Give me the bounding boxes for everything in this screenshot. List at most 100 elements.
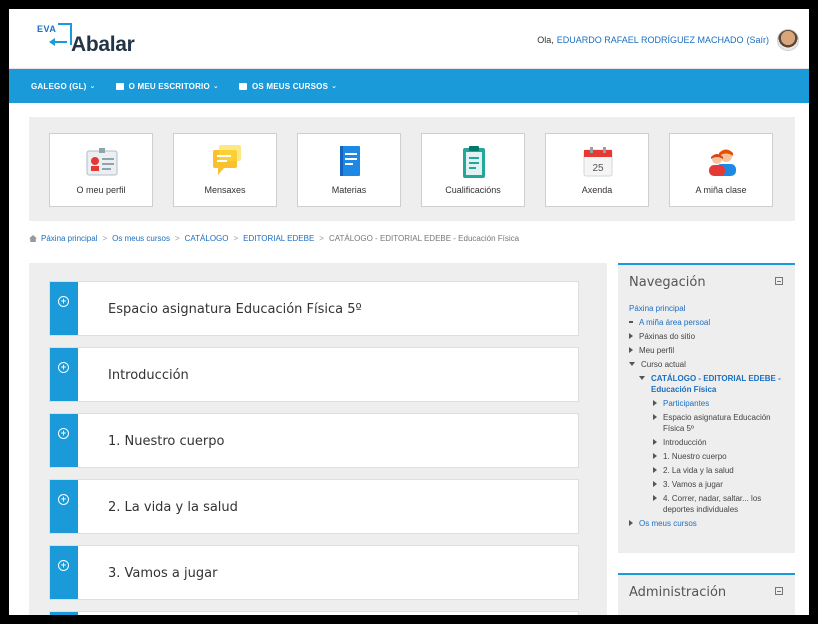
collapse-block-icon[interactable] [775, 587, 783, 595]
page: EVA Abalar Ola, EDUARDO RAFAEL RODRÍGUEZ… [9, 9, 809, 615]
section-bar [50, 612, 78, 615]
expand-section-icon[interactable]: + [58, 296, 69, 307]
course-section[interactable]: + 3. Vamos a jugar [49, 545, 579, 600]
expand-arrow-icon [653, 439, 657, 445]
nav-tree-item[interactable]: 3. Vamos a jugar [629, 479, 789, 490]
expand-section-icon[interactable]: + [58, 560, 69, 571]
course-section[interactable]: + 1. Nuestro cuerpo [49, 413, 579, 468]
tile-my-profile[interactable]: O meu perfil [49, 133, 153, 207]
section-title: Espacio asignatura Educación Física 5º [108, 302, 362, 317]
section-bar: + [50, 282, 78, 335]
breadcrumb-separator: > [233, 234, 239, 243]
course-section[interactable]: + Espacio asignatura Educación Física 5º [49, 281, 579, 336]
nav-tree-section: 1. Nuestro cuerpo [663, 452, 727, 461]
user-name-link[interactable]: EDUARDO RAFAEL RODRÍGUEZ MACHADO [557, 35, 744, 45]
nav-tree-item[interactable]: Participantes [629, 398, 789, 409]
nav-tree-item[interactable]: Páxinas do sitio [629, 331, 789, 342]
nav-tree-course-link[interactable]: CATÁLOGO - EDITORIAL EDEBE - Educación F… [651, 373, 789, 395]
expand-section-icon[interactable]: + [58, 362, 69, 373]
expand-section-icon[interactable]: + [58, 428, 69, 439]
navigation-block-title: Navegación [629, 275, 706, 290]
nav-tree-home-link[interactable]: Páxina principal [629, 303, 685, 314]
nav-tree-my-area-link[interactable]: A miña área persoal [639, 317, 710, 328]
bullet-icon [629, 321, 633, 323]
section-bar: + [50, 348, 78, 401]
page-header: EVA Abalar Ola, EDUARDO RAFAEL RODRÍGUEZ… [9, 9, 809, 69]
tile-calendar[interactable]: 25 Axenda [545, 133, 649, 207]
nav-tree-item[interactable]: Curso actual [629, 359, 789, 370]
expand-arrow-icon [653, 481, 657, 487]
nav-tree-section: Introducción [663, 438, 707, 447]
nav-tree-section: 4. Correr, nadar, saltar... los deportes… [663, 494, 762, 514]
nav-tree-item[interactable]: CATÁLOGO - EDITORIAL EDEBE - Educación F… [629, 373, 789, 395]
logout-link[interactable]: (Saír) [747, 35, 770, 45]
chevron-down-icon: ⌄ [331, 83, 338, 90]
tile-my-class[interactable]: A miña clase [669, 133, 773, 207]
nav-courses-label: OS MEUS CURSOS [251, 81, 329, 91]
class-people-icon [709, 149, 736, 176]
tile-grades[interactable]: Cualificacións [421, 133, 525, 207]
nav-dashboard-menu[interactable]: O MEU ESCRITORIO ⌄ [115, 81, 219, 91]
nav-tree-item: Páxina principal [629, 303, 789, 314]
course-content: + Espacio asignatura Educación Física 5º… [29, 263, 607, 615]
avatar[interactable] [777, 29, 799, 51]
section-title: 2. La vida y la salud [108, 500, 238, 515]
nav-tree-item[interactable]: Introducción [629, 437, 789, 448]
collapse-arrow-icon [629, 362, 635, 366]
nav-tree-item: A miña área persoal [629, 317, 789, 328]
nav-tree-item[interactable]: Os meus cursos [629, 518, 789, 529]
breadcrumb-editorial[interactable]: EDITORIAL EDEBE [243, 234, 314, 243]
nav-tree-site-pages: Páxinas do sitio [639, 332, 696, 341]
tile-label: Cualificacións [445, 185, 501, 195]
tile-subjects[interactable]: Materias [297, 133, 401, 207]
course-section[interactable]: + 2. La vida y la salud [49, 479, 579, 534]
course-section[interactable]: + Introducción [49, 347, 579, 402]
collapse-block-icon[interactable] [775, 277, 783, 285]
nav-language-menu[interactable]: GALEGO (GL) ⌄ [31, 82, 96, 91]
nav-dashboard-label: O MEU ESCRITORIO [128, 81, 210, 91]
expand-arrow-icon [653, 400, 657, 406]
expand-arrow-icon [653, 495, 657, 501]
tile-messages[interactable]: Mensaxes [173, 133, 277, 207]
nav-tree-participants-link[interactable]: Participantes [663, 398, 709, 409]
nav-tree-current-course: Curso actual [641, 360, 686, 369]
nav-tree-item[interactable]: 1. Nuestro cuerpo [629, 451, 789, 462]
expand-section-icon[interactable]: + [58, 494, 69, 505]
nav-tree-item[interactable]: Espacio asignatura Educación Física 5º [629, 412, 789, 434]
section-title: 3. Vamos a jugar [108, 566, 218, 581]
tile-label: Materias [331, 185, 367, 195]
calendar-icon: 25 [583, 147, 613, 177]
section-title: 1. Nuestro cuerpo [108, 434, 225, 449]
nav-tree-item[interactable]: Meu perfil [629, 345, 789, 356]
nav-tree-section: 2. La vida y la salud [663, 466, 734, 475]
messages-icon [213, 145, 241, 175]
section-bar: + [50, 546, 78, 599]
expand-arrow-icon [629, 333, 633, 339]
section-bar: + [50, 414, 78, 467]
section-bar: + [50, 480, 78, 533]
tile-label: Axenda [581, 185, 613, 195]
nav-tree-my-courses-link[interactable]: Os meus cursos [639, 518, 697, 529]
breadcrumb-separator: > [102, 234, 108, 243]
book-icon [340, 146, 360, 176]
nav-tree-item[interactable]: 2. La vida y la salud [629, 465, 789, 476]
home-icon [29, 235, 37, 242]
screenshot-frame: EVA Abalar Ola, EDUARDO RAFAEL RODRÍGUEZ… [0, 0, 818, 624]
breadcrumb-current: CATÁLOGO - EDITORIAL EDEBE - Educación F… [328, 234, 520, 243]
nav-tree-item[interactable]: 4. Correr, nadar, saltar... los deportes… [629, 493, 789, 515]
nav-language-label: GALEGO (GL) [31, 81, 87, 91]
navigation-block: Navegación Páxina principal A miña área … [618, 263, 795, 553]
breadcrumb-my-courses[interactable]: Os meus cursos [112, 234, 170, 243]
calendar-day: 25 [592, 163, 604, 174]
eva-abalar-logo[interactable]: EVA Abalar [29, 19, 149, 59]
logo-text: Abalar [71, 33, 135, 56]
expand-arrow-icon [653, 453, 657, 459]
breadcrumb-home[interactable]: Páxina principal [41, 234, 97, 243]
breadcrumb-separator: > [174, 234, 180, 243]
nav-courses-menu[interactable]: OS MEUS CURSOS ⌄ [238, 81, 338, 91]
profile-card-icon [86, 148, 118, 176]
course-section[interactable] [49, 611, 579, 615]
user-menu: Ola, EDUARDO RAFAEL RODRÍGUEZ MACHADO (S… [537, 27, 799, 53]
main-navbar: GALEGO (GL) ⌄ O MEU ESCRITORIO ⌄ OS MEUS… [9, 69, 809, 103]
breadcrumb-catalog[interactable]: CATÁLOGO [185, 234, 229, 243]
